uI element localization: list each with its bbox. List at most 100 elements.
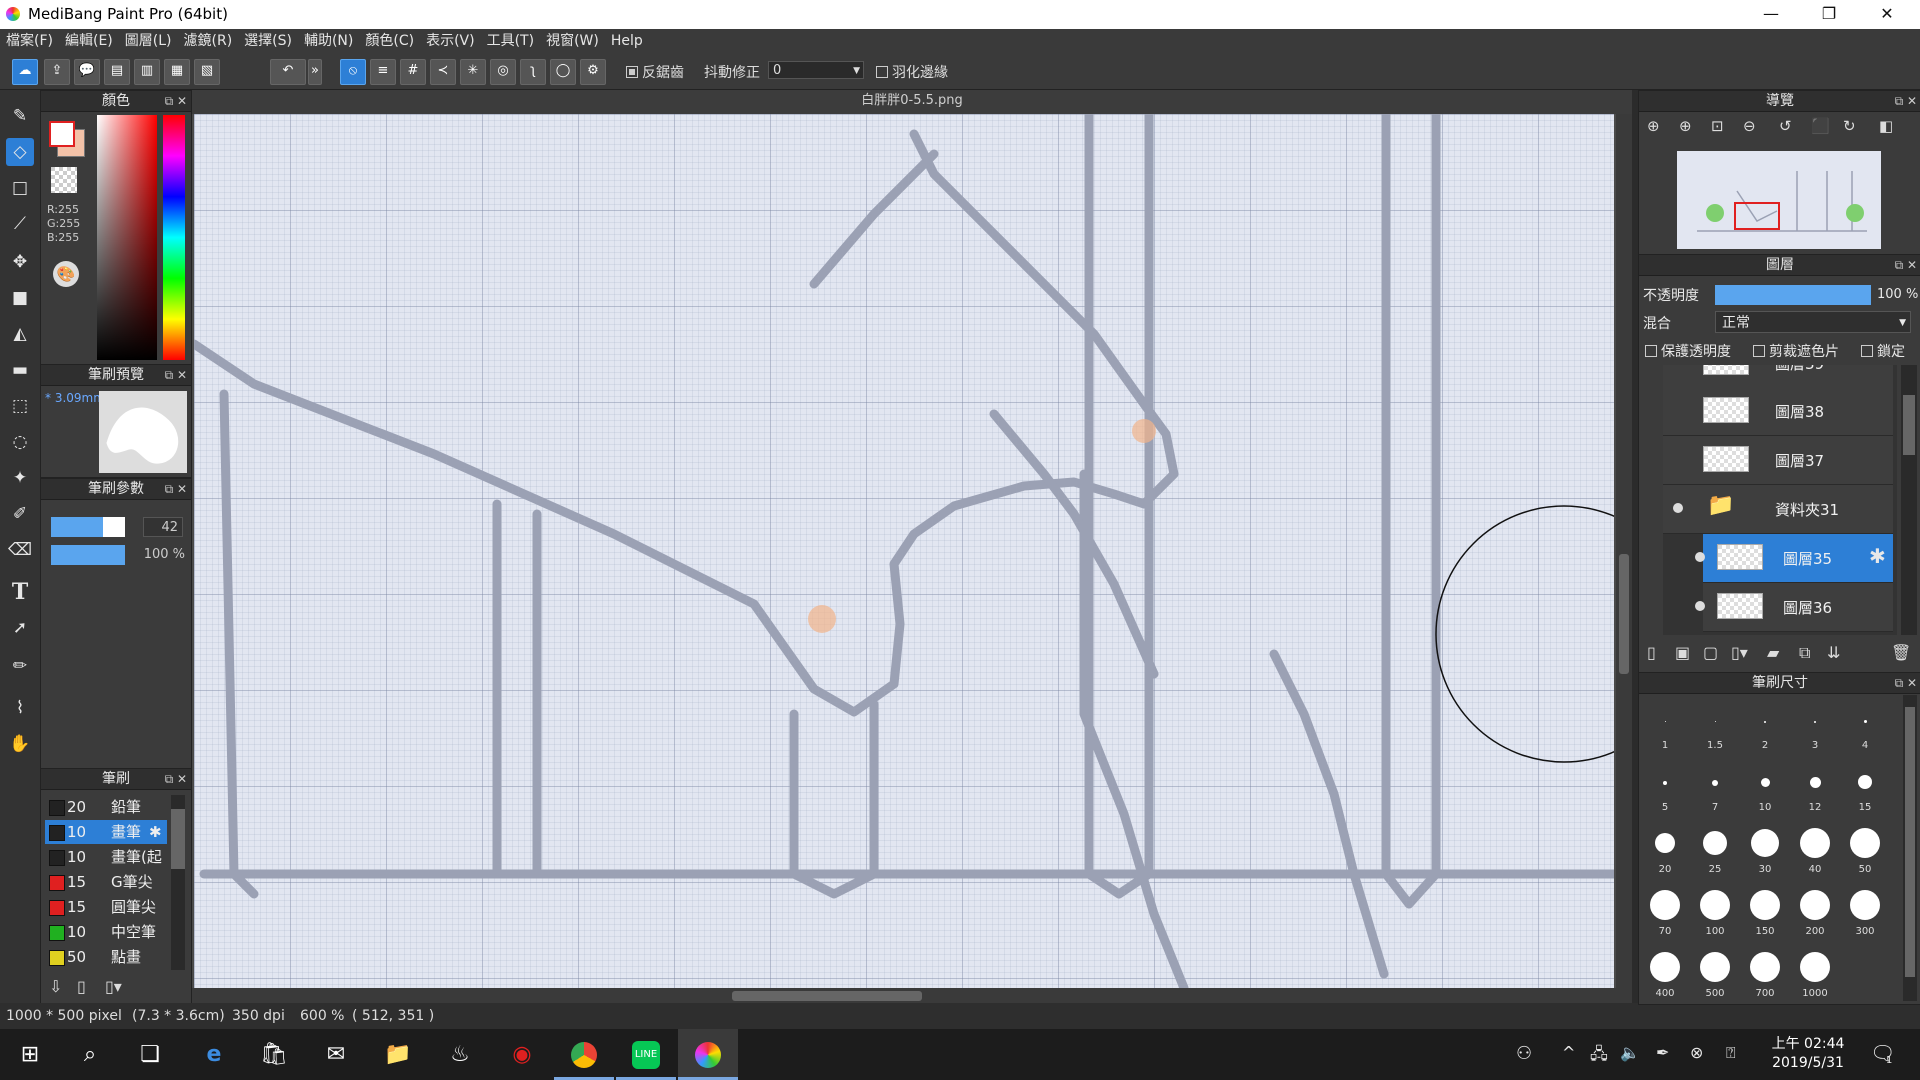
size-15[interactable]: 15 [1841,757,1889,817]
cloud-icon[interactable]: ☁ [12,59,38,85]
comment-icon[interactable]: ▤ [104,59,130,85]
snap-grid-icon[interactable]: # [400,59,426,85]
size-7[interactable]: 7 [1691,757,1739,817]
menu-view[interactable]: 表示(V) [420,29,481,53]
speech-bubble-icon[interactable]: 💬 [74,59,100,85]
size-300[interactable]: 300 [1841,881,1889,941]
feather-checkbox[interactable]: 羽化邊緣 [876,62,948,82]
snap-settings-icon[interactable]: ⚙ [580,59,606,85]
visibility-icon[interactable] [1673,503,1683,513]
steam-icon[interactable]: ♨ [430,1029,490,1080]
snap-curve-icon[interactable]: ʅ [520,59,546,85]
snap-parallel-icon[interactable]: ≡ [370,59,396,85]
layer-row[interactable]: 圖層39 [1663,365,1893,388]
menu-window[interactable]: 視窗(W) [540,29,605,53]
mail-icon[interactable]: ✉ [306,1029,366,1080]
lasso-tool-icon[interactable]: ◌ [6,428,34,456]
snap-perspective-icon[interactable]: ≺ [430,59,456,85]
scrollbar-thumb[interactable] [1905,707,1915,977]
scrollbar-thumb[interactable] [1619,554,1629,674]
stabilizer-select[interactable]: 0 ▼ [768,61,864,79]
gradient-tool-icon[interactable]: ▬ [6,356,34,384]
maximize-button[interactable]: ❐ [1800,0,1858,29]
layer-row[interactable]: 圖層36 [1703,583,1893,632]
file-explorer-icon[interactable]: 📁 [368,1029,428,1080]
menu-color[interactable]: 顏色(C) [359,29,420,53]
add-layer-menu-icon[interactable]: ▯▾ [1731,643,1748,662]
zoom-in-alt-icon[interactable]: ⊕ [1679,117,1692,135]
new-8bit-layer-icon[interactable]: ▢ [1703,643,1718,662]
clock[interactable]: 上午 02:44 2019/5/31 [1766,1035,1850,1073]
volume-icon[interactable]: 🔈 [1620,1043,1640,1062]
menu-select[interactable]: 選擇(S) [238,29,298,53]
size-400[interactable]: 400 [1641,943,1689,1003]
new-brush-icon[interactable]: ▯ [77,977,86,996]
chrome-icon[interactable] [554,1029,614,1080]
select-eraser-icon[interactable]: ⌫ [6,536,34,564]
move-tool-icon[interactable]: ✥ [6,248,34,276]
brush-item-hollow-pen[interactable]: 10 中空筆 [45,920,167,944]
viewport-rectangle[interactable] [1734,202,1780,230]
grid-layout-icon[interactable]: ▧ [194,59,220,85]
size-10[interactable]: 10 [1741,757,1789,817]
divide-tool-icon[interactable]: ✏ [6,652,34,680]
network-icon[interactable]: 🖧 [1590,1043,1608,1070]
size-1[interactable]: 1 [1641,695,1689,755]
layer-opacity-slider[interactable] [1715,285,1871,305]
people-icon[interactable]: ⚇ [1516,1043,1532,1064]
size-12[interactable]: 12 [1791,757,1839,817]
medibang-taskbar-icon[interactable] [678,1029,738,1080]
new-folder-icon[interactable]: ▰ [1767,643,1779,662]
brush-list-scrollbar[interactable] [171,795,185,970]
brush-item-pen[interactable]: 10 畫筆 ✱ [45,820,167,844]
horizontal-scrollbar[interactable] [192,988,1632,1004]
size-30[interactable]: 30 [1741,819,1789,879]
hue-slider[interactable] [163,115,185,360]
new-layer-icon[interactable]: ▯ [1647,643,1656,662]
menu-tools[interactable]: 工具(T) [481,29,540,53]
layer-row[interactable]: 圖層37 [1663,436,1893,485]
size-1000[interactable]: 1000 [1791,943,1839,1003]
eraser-tool-icon[interactable]: ◇ [6,138,34,166]
snap-off-icon[interactable]: ⦸ [340,59,366,85]
panel-close-icon[interactable]: ⧉ ✕ [165,479,187,499]
vertical-scrollbar[interactable] [1616,114,1632,988]
clipping-checkbox[interactable]: 剪裁遮色片 [1753,341,1839,361]
panel-close-icon[interactable]: ⧉ ✕ [1895,673,1917,693]
palette-icon[interactable]: 🎨 [53,261,79,287]
panel-close-icon[interactable]: ⧉ ✕ [165,91,187,111]
drawing-canvas[interactable] [194,114,1614,988]
magic-wand-icon[interactable]: ✦ [6,464,34,492]
duplicate-layer-icon[interactable]: ⧉ [1799,643,1810,663]
menu-file[interactable]: 檔案(F) [0,29,59,53]
size-5[interactable]: 5 [1641,757,1689,817]
menu-help[interactable]: Help [605,29,649,53]
merge-layer-icon[interactable]: ⇊ [1827,643,1840,662]
scrollbar-thumb[interactable] [171,809,185,869]
hand-tool-icon[interactable]: ✋ [6,730,34,758]
layer-list-scrollbar[interactable] [1901,365,1917,635]
protect-alpha-checkbox[interactable]: 保護透明度 [1645,341,1731,361]
rotate-left-icon[interactable]: ↺ [1779,117,1792,135]
foreground-color-swatch[interactable] [49,121,75,147]
input-method-icon[interactable]: ⍰ [1726,1043,1736,1063]
gear-icon[interactable]: ✱ [149,820,162,844]
menu-layer[interactable]: 圖層(L) [119,29,178,53]
size-200[interactable]: 200 [1791,881,1839,941]
scrollbar-thumb[interactable] [1903,395,1915,455]
close-button[interactable]: ✕ [1858,0,1916,29]
panel-close-icon[interactable]: ⧉ ✕ [1895,255,1917,275]
brush-size-value[interactable]: 42 [143,517,183,537]
minimize-button[interactable]: — [1742,0,1800,29]
visibility-icon[interactable] [1695,552,1705,562]
navigator-thumbnail[interactable] [1677,151,1881,249]
game-launcher-icon[interactable]: ◉ [492,1029,552,1080]
rotate-right-icon[interactable]: ↻ [1843,117,1856,135]
folder-row[interactable]: 📁 資料夾31 [1663,485,1893,534]
brush-item-g-pen[interactable]: 15 G筆尖 [45,870,167,894]
select-pen-icon[interactable]: ✐ [6,500,34,528]
size-40[interactable]: 40 [1791,819,1839,879]
eyedropper-icon[interactable]: ⌇ [6,694,34,722]
shape-fill-icon[interactable]: ■ [6,284,34,312]
operation-tool-icon[interactable]: ➚ [6,614,34,642]
